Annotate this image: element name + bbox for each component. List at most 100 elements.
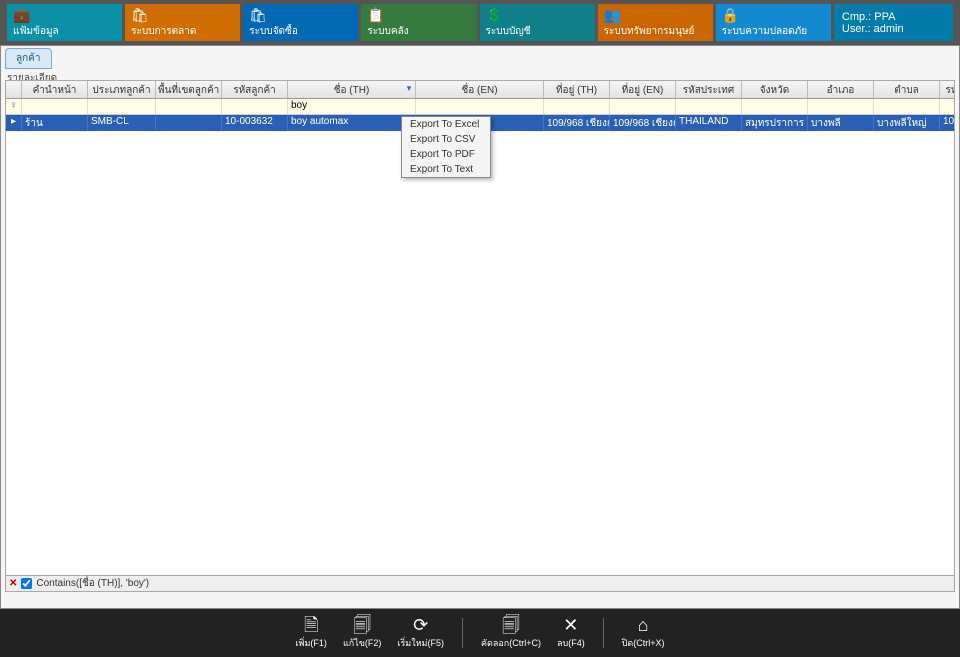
user-info-panel: Cmp.: PPA User.: admin <box>834 4 953 41</box>
filter-cell[interactable]: boy <box>288 99 416 114</box>
btn-label: เพิ่ม(F1) <box>295 636 326 650</box>
menu-export-text[interactable]: Export To Text <box>402 162 490 177</box>
clear-filter-icon[interactable]: ✕ <box>9 578 17 589</box>
col-header[interactable]: ที่อยู่ (EN) <box>610 81 676 98</box>
filter-enabled-checkbox[interactable] <box>21 578 32 589</box>
edit-button[interactable]: 🗐 แก้ไข(F2) <box>335 614 389 652</box>
nav-label: ระบบจัดซื้อ <box>249 24 352 37</box>
nav-label: ระบบบัญชี <box>486 24 589 37</box>
col-header[interactable]: พื้นที่เขตลูกค้า <box>156 81 222 98</box>
btn-label: แก้ไข(F2) <box>343 636 381 650</box>
filter-cell[interactable] <box>22 99 88 114</box>
cell: 10-003632 <box>222 115 288 131</box>
toolbar-separator <box>462 618 463 648</box>
nav-label: ระบบความปลอดภัย <box>722 24 825 37</box>
col-header[interactable]: ประเภทลูกค้า <box>88 81 156 98</box>
filter-cell[interactable] <box>940 99 955 114</box>
cell: บางพลีใหญ่ <box>874 115 940 131</box>
delete-button[interactable]: ✕ ลบ(F4) <box>549 614 593 652</box>
briefcase-icon: 💼 <box>13 8 116 22</box>
nav-security[interactable]: 🔒 ระบบความปลอดภัย <box>716 4 831 41</box>
add-button[interactable]: 🗎 เพิ่ม(F1) <box>287 614 334 652</box>
col-header[interactable]: คำนำหน้า <box>22 81 88 98</box>
copy-button[interactable]: 🗐 คัดลอก(Ctrl+C) <box>473 614 549 652</box>
cell <box>156 115 222 131</box>
btn-label: เริ่มใหม่(F5) <box>397 636 444 650</box>
col-header[interactable]: รหัส <box>940 81 955 98</box>
nav-accounting[interactable]: 💲 ระบบบัญชี <box>480 4 595 41</box>
cell: สมุทรปราการ <box>742 115 808 131</box>
nav-hr[interactable]: 👥 ระบบทรัพยากรมนุษย์ <box>598 4 713 41</box>
nav-marketing[interactable]: 🛍 ระบบการตลาด <box>125 4 240 41</box>
file-icon: 🗎 <box>304 616 318 634</box>
close-icon: ✕ <box>563 616 578 634</box>
btn-label: ปิด(Ctrl+X) <box>622 636 665 650</box>
copy-icon: 🗐 <box>502 616 520 634</box>
nav-label: ระบบการตลาด <box>131 24 234 37</box>
bag-icon: 🛍 <box>249 8 352 22</box>
cell: 10540 <box>940 115 955 131</box>
cell: boy automax <box>288 115 416 131</box>
list-icon: 📋 <box>367 8 470 22</box>
col-header[interactable]: ที่อยู่ (TH) <box>544 81 610 98</box>
menu-export-pdf[interactable]: Export To PDF <box>402 147 490 162</box>
filter-cell[interactable] <box>874 99 940 114</box>
toolbar-group-edit: 🗎 เพิ่ม(F1) 🗐 แก้ไข(F2) ⟳ เริ่มใหม่(F5) <box>287 614 452 652</box>
col-header[interactable]: ตำบล <box>874 81 940 98</box>
lock-icon: 🔒 <box>722 8 825 22</box>
filter-cell[interactable] <box>544 99 610 114</box>
file-edit-icon: 🗐 <box>353 616 371 634</box>
bag-icon: 🛍 <box>131 8 234 22</box>
people-icon: 👥 <box>604 8 707 22</box>
user-label: User.: admin <box>842 23 945 35</box>
filter-cell[interactable] <box>88 99 156 114</box>
col-header[interactable]: อำเภอ <box>808 81 874 98</box>
cell: SMB-CL <box>88 115 156 131</box>
toolbar-group-close: ⌂ ปิด(Ctrl+X) <box>614 614 673 652</box>
close-button[interactable]: ⌂ ปิด(Ctrl+X) <box>614 614 673 652</box>
refresh-icon: ⟳ <box>413 616 428 634</box>
toolbar-group-action: 🗐 คัดลอก(Ctrl+C) ✕ ลบ(F4) <box>473 614 593 652</box>
col-header[interactable]: ชื่อ (TH)▾ <box>288 81 416 98</box>
cell: 109/968 เชียงก... <box>610 115 676 131</box>
toolbar-separator <box>603 618 604 648</box>
btn-label: ลบ(F4) <box>557 636 585 650</box>
filter-cell[interactable] <box>808 99 874 114</box>
cell: 109/968 เชียงก... <box>544 115 610 131</box>
menu-export-excel[interactable]: Export To Excel <box>402 117 490 132</box>
row-indicator-icon: ▸ <box>6 115 22 131</box>
grid-filter-row: ♀ boy <box>6 99 954 115</box>
home-icon: ⌂ <box>638 616 649 634</box>
filter-cell[interactable] <box>676 99 742 114</box>
filter-expression: Contains([ชื่อ (TH)], 'boy') <box>36 576 149 591</box>
grid-header-row: คำนำหน้า ประเภทลูกค้า พื้นที่เขตลูกค้า ร… <box>6 81 954 99</box>
export-context-menu: Export To Excel Export To CSV Export To … <box>401 116 491 178</box>
company-label: Cmp.: PPA <box>842 11 945 23</box>
col-header[interactable]: รหัสประเทศ <box>676 81 742 98</box>
filter-cell[interactable] <box>742 99 808 114</box>
sheet-tab-customers[interactable]: ลูกค้า <box>5 48 52 69</box>
col-header-indicator[interactable] <box>6 81 22 98</box>
filter-icon: ▾ <box>405 83 413 91</box>
col-header[interactable]: ชื่อ (EN) <box>416 81 544 98</box>
nav-label: แฟ้มข้อมูล <box>13 24 116 37</box>
filter-cell[interactable] <box>222 99 288 114</box>
col-header[interactable]: รหัสลูกค้า <box>222 81 288 98</box>
nav-inventory[interactable]: 📋 ระบบคลัง <box>361 4 476 41</box>
filter-cell[interactable] <box>416 99 544 114</box>
btn-label: คัดลอก(Ctrl+C) <box>481 636 541 650</box>
ribbon-nav: 💼 แฟ้มข้อมูล 🛍 ระบบการตลาด 🛍 ระบบจัดซื้อ… <box>0 0 960 45</box>
nav-file[interactable]: 💼 แฟ้มข้อมูล <box>7 4 122 41</box>
nav-purchase[interactable]: 🛍 ระบบจัดซื้อ <box>243 4 358 41</box>
filter-cell[interactable] <box>156 99 222 114</box>
col-header[interactable]: จังหวัด <box>742 81 808 98</box>
cell: ร้าน <box>22 115 88 131</box>
menu-export-csv[interactable]: Export To CSV <box>402 132 490 147</box>
filter-cell[interactable] <box>610 99 676 114</box>
filter-row-icon: ♀ <box>6 99 22 114</box>
dollar-icon: 💲 <box>486 8 589 22</box>
cell: บางพลี <box>808 115 874 131</box>
content-area: ลูกค้า รายละเอียด คำนำหน้า ประเภทลูกค้า … <box>0 45 960 609</box>
filter-summary-bar: ✕ Contains([ชื่อ (TH)], 'boy') <box>6 575 954 591</box>
refresh-button[interactable]: ⟳ เริ่มใหม่(F5) <box>389 614 452 652</box>
